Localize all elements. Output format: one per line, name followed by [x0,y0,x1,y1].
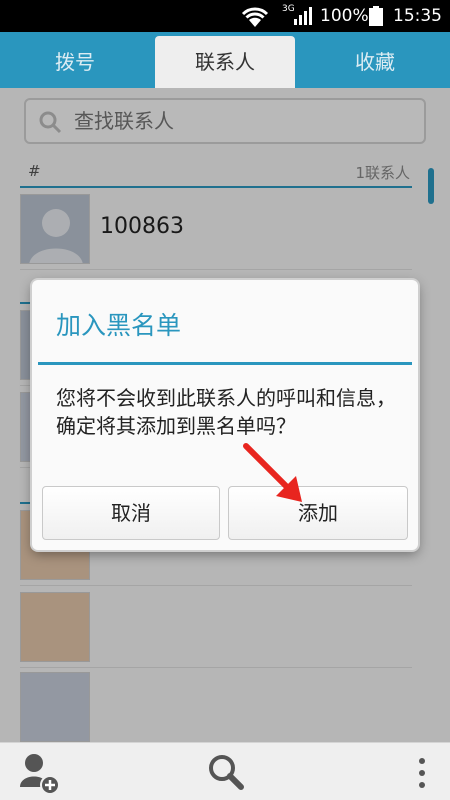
search-icon[interactable] [205,751,249,795]
network-type: 3G [282,4,295,14]
tab-bar: 拨号 联系人 收藏 [0,32,450,88]
more-icon[interactable] [400,751,444,795]
add-contact-icon[interactable] [18,751,62,795]
clock: 15:35 [393,6,442,26]
status-bar: 3G 100% 15:35 [0,0,450,32]
dialog-title-divider [38,362,412,365]
wifi-icon [241,7,269,27]
annotation-arrow-icon [243,443,302,502]
dialog-title: 加入黑名单 [56,311,182,340]
signal-icon [294,7,312,25]
tab-dial[interactable]: 拨号 [0,36,150,88]
battery-level: 100% [320,6,369,26]
bottom-bar [0,742,450,800]
blacklist-dialog: 加入黑名单 您将不会收到此联系人的呼叫和信息，确定将其添加到黑名单吗？ 取消 添… [32,280,418,550]
dialog-message: 您将不会收到此联系人的呼叫和信息，确定将其添加到黑名单吗？ [56,386,396,438]
tab-favorites[interactable]: 收藏 [300,36,450,88]
tab-contacts[interactable]: 联系人 [155,36,295,88]
cancel-button[interactable]: 取消 [42,486,220,540]
battery-icon [369,6,383,26]
